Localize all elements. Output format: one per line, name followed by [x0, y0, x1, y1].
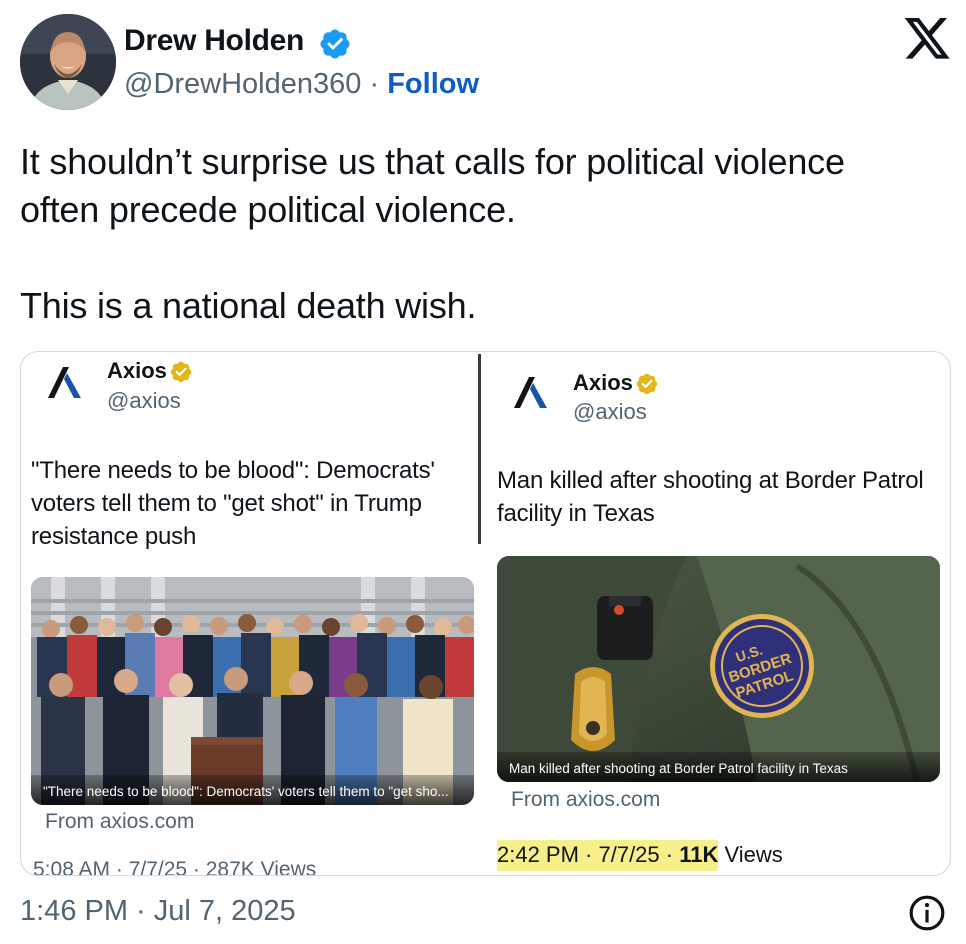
crowd-photo [31, 577, 474, 805]
media-caption: Man killed after shooting at Border Patr… [509, 761, 848, 776]
gold-verified-badge-icon [636, 373, 658, 395]
meta-time: 2:42 PM · 7/7/25 · [497, 842, 680, 867]
gold-verified-badge-icon [170, 361, 192, 383]
quoted-author-handle[interactable]: @axios [107, 388, 181, 414]
tweet-text-line-2: often precede political violence. [20, 189, 516, 230]
press-conference-image[interactable]: "There needs to be blood": Democrats' vo… [31, 577, 474, 805]
avatar-photo [20, 14, 116, 110]
quoted-tweet-right[interactable]: Axios @axios Man killed after shooting a… [481, 352, 950, 875]
x-logo-icon[interactable] [904, 18, 950, 60]
author-avatar[interactable] [20, 14, 116, 110]
tweet-timestamp[interactable]: 1:46 PM · Jul 7, 2025 [20, 895, 296, 928]
border-patrol-image[interactable]: U.S. BORDER PATROL Man killed after shoo… [497, 556, 940, 782]
author-handle-line: @DrewHolden360 · Follow [124, 68, 479, 101]
media-caption: "There needs to be blood": Democrats' vo… [43, 784, 449, 799]
separator-dot: · [369, 68, 380, 100]
author-name[interactable]: Drew Holden [124, 24, 304, 58]
link-source[interactable]: From axios.com [45, 810, 194, 834]
link-source[interactable]: From axios.com [511, 788, 660, 812]
quoted-tweet-meta[interactable]: 5:08 AM · 7/7/25 · 287K Views [33, 858, 316, 875]
info-icon[interactable] [908, 894, 946, 932]
embedded-image-card[interactable]: Axios @axios "There needs to be blood": … [20, 351, 951, 876]
quoted-headline: "There needs to be blood": Democrats' vo… [31, 457, 435, 550]
quoted-author-name[interactable]: Axios [107, 358, 167, 384]
highlighted-meta: 2:42 PM · 7/7/25 · 11K [497, 840, 719, 871]
author-handle[interactable]: @DrewHolden360 [124, 68, 361, 100]
quoted-headline: Man killed after shooting at Border Patr… [497, 467, 924, 527]
tweet-text-line-3: This is a national death wish. [20, 285, 477, 326]
tweet-text-line-1: It shouldn’t surprise us that calls for … [20, 141, 845, 182]
quoted-author-name[interactable]: Axios [573, 370, 633, 396]
uniform-photo: U.S. BORDER PATROL [497, 556, 940, 782]
axios-logo-icon [48, 367, 81, 398]
axios-logo-icon [514, 377, 547, 408]
quoted-author-handle[interactable]: @axios [573, 399, 647, 425]
meta-views-count: 11K [679, 842, 719, 867]
tweet-text: It shouldn’t surprise us that calls for … [20, 138, 950, 330]
quoted-tweet-meta[interactable]: 2:42 PM · 7/7/25 · 11K Views [497, 840, 783, 871]
meta-views-label: Views [718, 842, 783, 867]
follow-button[interactable]: Follow [387, 68, 479, 100]
quoted-tweet-left[interactable]: Axios @axios "There needs to be blood": … [21, 352, 478, 875]
verified-badge-icon [320, 29, 350, 59]
